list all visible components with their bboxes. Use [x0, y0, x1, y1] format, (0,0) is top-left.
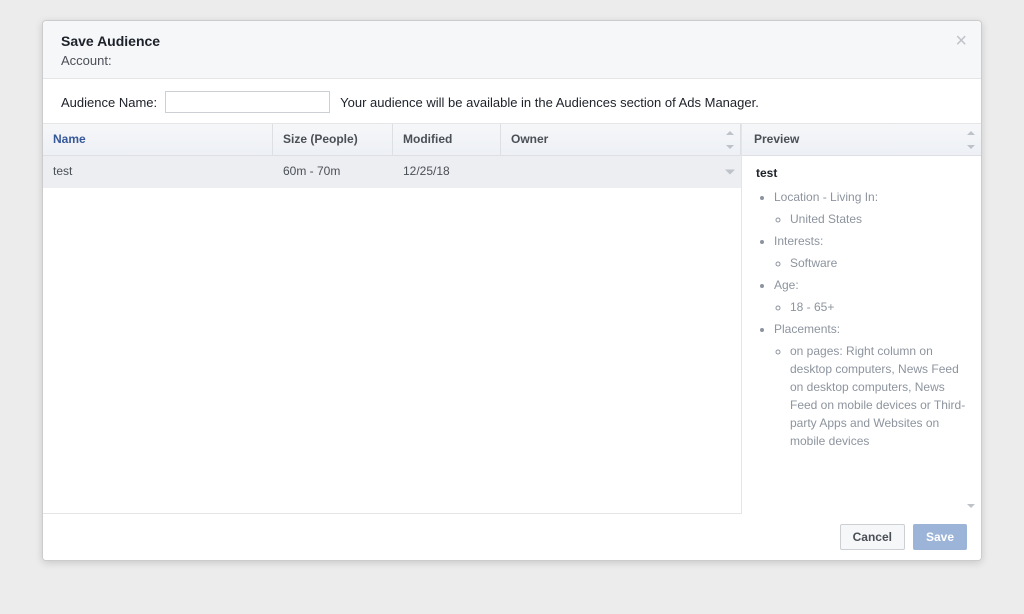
cell-size: 60m - 70m [273, 156, 393, 188]
table-row[interactable]: test 60m - 70m 12/25/18 [43, 156, 741, 188]
dialog-footer: Cancel Save [43, 514, 981, 560]
sort-arrows-icon [967, 124, 975, 155]
save-audience-dialog: Save Audience Account: × Audience Name: … [42, 20, 982, 561]
column-header-size[interactable]: Size (People) [273, 124, 393, 155]
column-header-owner[interactable]: Owner [501, 124, 741, 155]
preview-list: Location - Living In: United States Inte… [756, 188, 967, 450]
column-header-name[interactable]: Name [43, 124, 273, 155]
close-icon[interactable]: × [955, 31, 967, 51]
audience-table: Name Size (People) Modified Owner test 6… [43, 124, 741, 514]
preview-item: Age: 18 - 65+ [774, 276, 967, 316]
cell-modified: 12/25/18 [393, 156, 501, 188]
preview-header-label: Preview [754, 132, 799, 146]
cancel-button[interactable]: Cancel [840, 524, 905, 550]
audience-name-row: Audience Name: Your audience will be ava… [43, 79, 981, 124]
preview-panel: Preview test Location - Living In: Unite… [741, 124, 981, 514]
column-header-owner-label: Owner [511, 132, 548, 146]
preview-header: Preview [742, 124, 981, 156]
dialog-body: Name Size (People) Modified Owner test 6… [43, 124, 981, 514]
dialog-header: Save Audience Account: × [43, 21, 981, 79]
table-header-row: Name Size (People) Modified Owner [43, 124, 741, 156]
audience-name-label: Audience Name: [61, 95, 157, 110]
account-label: Account: [61, 53, 963, 68]
sort-arrows-icon [726, 124, 734, 155]
preview-title: test [756, 166, 967, 180]
preview-body: test Location - Living In: United States… [742, 156, 981, 514]
cell-owner [501, 156, 741, 188]
row-dropdown-icon[interactable] [725, 170, 735, 175]
preview-item: Location - Living In: United States [774, 188, 967, 228]
audience-name-help: Your audience will be available in the A… [340, 95, 759, 110]
preview-subitem: United States [790, 210, 967, 228]
audience-name-input[interactable] [165, 91, 330, 113]
table-body: test 60m - 70m 12/25/18 [43, 156, 741, 514]
cell-name: test [43, 156, 273, 188]
preview-subitem: on pages: Right column on desktop comput… [790, 342, 967, 450]
preview-subitem: Software [790, 254, 967, 272]
chevron-down-icon [967, 504, 975, 508]
column-header-modified[interactable]: Modified [393, 124, 501, 155]
save-button[interactable]: Save [913, 524, 967, 550]
preview-subitem: 18 - 65+ [790, 298, 967, 316]
preview-item: Placements: on pages: Right column on de… [774, 320, 967, 450]
dialog-title: Save Audience [61, 33, 963, 49]
preview-item: Interests: Software [774, 232, 967, 272]
